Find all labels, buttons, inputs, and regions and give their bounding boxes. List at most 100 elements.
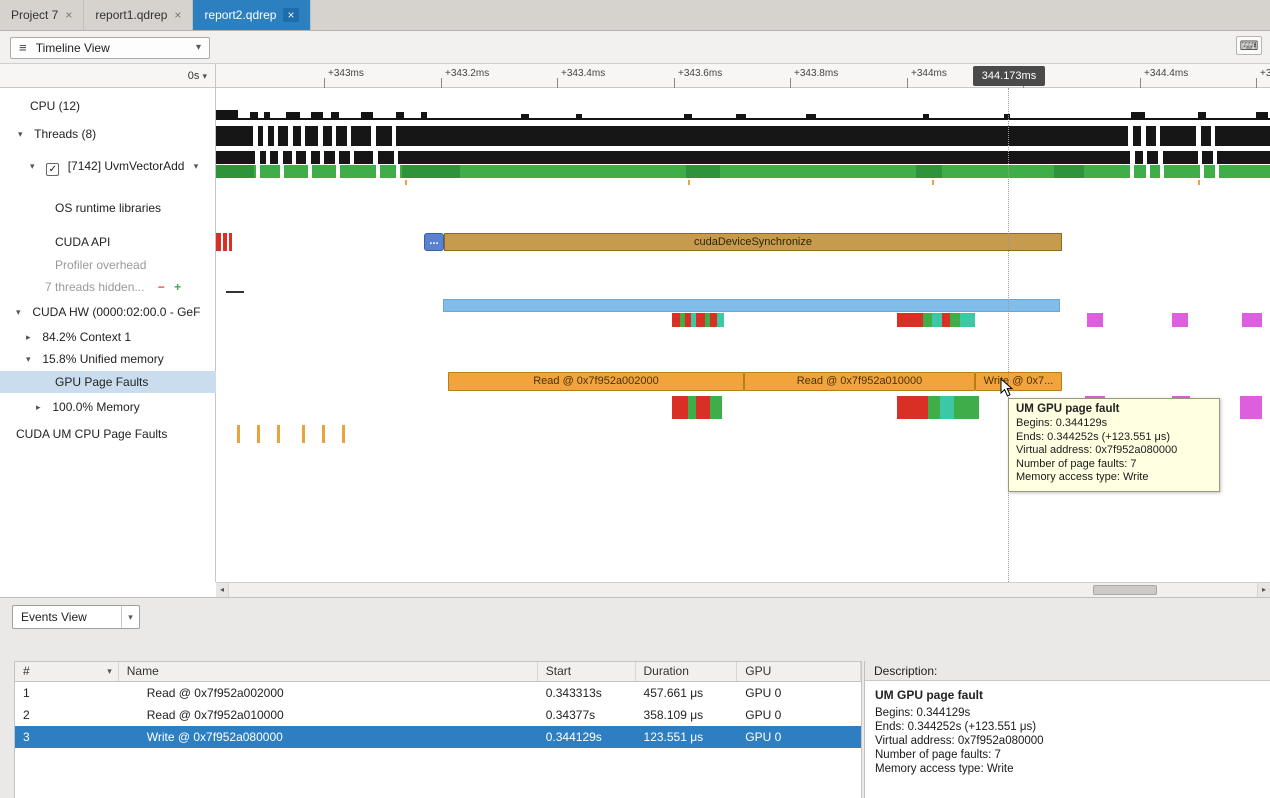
tree-row-um-cpu-page-faults[interactable]: CUDA UM CPU Page Faults xyxy=(0,424,216,444)
events-pane: Events View ▾ # ▾ Name Start Duration GP… xyxy=(0,597,1270,798)
cpu-page-fault-tick[interactable] xyxy=(302,425,305,443)
tooltip-line: Virtual address: 0x7f952a080000 xyxy=(1016,444,1212,458)
ruler-tick-label: +344.4ms xyxy=(1144,68,1188,79)
tree-row-uvm-thread[interactable]: ▾ ✓ [7142] UvmVectorAdd ▾ xyxy=(0,156,216,176)
cuda-api-collapsed-calls-chip[interactable]: ... xyxy=(424,233,444,251)
scroll-right-button[interactable]: ▸ xyxy=(1257,583,1270,598)
tab-label: Project 7 xyxy=(11,8,58,22)
tree-row-unified-memory[interactable]: ▾ 15.8% Unified memory xyxy=(0,349,216,369)
row-label: CUDA HW (0000:02:00.0 - GeF xyxy=(32,305,200,319)
cpu-usage-spike xyxy=(923,114,929,120)
memory-op-segment xyxy=(942,313,950,327)
chevron-down-icon: ▾ xyxy=(196,38,201,58)
tree-row-context1[interactable]: ▸ 84.2% Context 1 xyxy=(0,327,216,347)
timeline-main: CPU (12) ▾ Threads (8) ▾ ✓ [7142] UvmVec… xyxy=(0,88,1270,582)
keyboard-shortcuts-icon[interactable]: ⌨ xyxy=(1236,36,1262,55)
cuda-api-call-bar[interactable] xyxy=(216,233,221,251)
page-fault-tooltip: UM GPU page fault Begins: 0.344129s Ends… xyxy=(1008,398,1220,492)
tree-row-gpu-page-faults-selected[interactable]: GPU Page Faults xyxy=(0,371,216,393)
row-label: 7 threads hidden... xyxy=(45,280,144,294)
tree-row-threads-hidden[interactable]: 7 threads hidden... − + xyxy=(0,277,216,297)
cell-gpu: GPU 0 xyxy=(737,704,861,726)
table-row-selected[interactable]: 3 Write @ 0x7f952a080000 0.344129s 123.5… xyxy=(15,726,861,748)
memory-transfer-segment xyxy=(672,396,688,419)
cpu-page-fault-tick[interactable] xyxy=(342,425,345,443)
table-row[interactable]: 1 Read @ 0x7f952a002000 0.343313s 457.66… xyxy=(15,682,861,704)
view-selector-dropdown[interactable]: ≡ Timeline View ▾ xyxy=(10,37,210,59)
timescale-origin-dropdown[interactable]: 0s ▾ xyxy=(0,64,216,88)
gpu-page-fault-bar-read2[interactable]: Read @ 0x7f952a010000 xyxy=(744,372,975,391)
tab-label: report2.qdrep xyxy=(204,8,276,22)
events-view-dropdown[interactable]: Events View ▾ xyxy=(12,605,140,629)
tree-row-cpu[interactable]: CPU (12) xyxy=(0,96,216,116)
header-gpu[interactable]: GPU xyxy=(737,662,861,681)
header-start[interactable]: Start xyxy=(538,662,636,681)
tab-project7[interactable]: Project 7 × xyxy=(0,0,84,30)
cpu-usage-spike xyxy=(1198,112,1206,120)
cpu-page-fault-tick[interactable] xyxy=(257,425,260,443)
expander-icon[interactable]: ▾ xyxy=(30,156,43,176)
cpu-usage-spike xyxy=(736,114,746,120)
timeline-horizontal-scrollbar[interactable]: ◂ ▸ xyxy=(216,582,1270,597)
cpu-usage-spike xyxy=(806,114,816,120)
cpu-page-fault-tick[interactable] xyxy=(277,425,280,443)
view-selector-label: Timeline View xyxy=(36,41,110,55)
row-label: [7142] UvmVectorAdd xyxy=(68,159,185,173)
expander-icon[interactable]: ▾ xyxy=(16,302,29,322)
memory-op-segment xyxy=(672,313,680,327)
expander-icon[interactable]: ▾ xyxy=(26,349,39,369)
table-row[interactable]: 2 Read @ 0x7f952a010000 0.34377s 358.109… xyxy=(15,704,861,726)
tree-row-profiler-overhead[interactable]: Profiler overhead xyxy=(0,255,216,275)
scrollbar-thumb[interactable] xyxy=(1093,585,1157,595)
thread-checkbox[interactable]: ✓ xyxy=(46,163,59,176)
cuda-api-call-bar[interactable] xyxy=(223,233,227,251)
tree-row-os-runtime[interactable]: OS runtime libraries xyxy=(0,198,216,218)
row-label: 15.8% Unified memory xyxy=(42,352,163,366)
scroll-left-button[interactable]: ◂ xyxy=(216,583,229,598)
cpu-page-fault-tick[interactable] xyxy=(237,425,240,443)
tree-row-threads[interactable]: ▾ Threads (8) xyxy=(0,124,216,144)
description-line: Begins: 0.344129s xyxy=(875,706,1260,720)
sort-icon[interactable]: ▾ xyxy=(107,662,112,681)
cuda-device-synchronize-bar[interactable]: cudaDeviceSynchronize xyxy=(444,233,1062,251)
header-duration[interactable]: Duration xyxy=(636,662,738,681)
gpu-page-fault-bar-read1[interactable]: Read @ 0x7f952a002000 xyxy=(448,372,744,391)
tree-row-memory[interactable]: ▸ 100.0% Memory xyxy=(0,397,216,417)
expander-icon[interactable]: ▾ xyxy=(18,124,31,144)
show-thread-button[interactable]: + xyxy=(174,280,181,294)
tab-report1[interactable]: report1.qdrep × xyxy=(84,0,193,30)
row-label: 84.2% Context 1 xyxy=(42,330,131,344)
memory-op-segment xyxy=(1087,313,1103,327)
memory-op-segment xyxy=(932,313,942,327)
row-label: CUDA API xyxy=(55,235,110,249)
row-label: GPU Page Faults xyxy=(55,375,148,389)
cuda-hw-kernel-bar[interactable] xyxy=(443,299,1060,312)
threads-activity-bar xyxy=(216,126,1270,146)
tree-row-cuda-api[interactable]: CUDA API xyxy=(0,232,216,252)
hide-thread-button[interactable]: − xyxy=(158,280,165,294)
header-name[interactable]: Name xyxy=(119,662,538,681)
cpu-page-fault-tick[interactable] xyxy=(322,425,325,443)
expander-icon[interactable]: ▸ xyxy=(36,397,49,417)
ruler-tick xyxy=(324,78,325,88)
row-options-icon[interactable]: ▾ xyxy=(194,156,207,176)
thread-event-tick xyxy=(932,180,934,185)
memory-op-segment xyxy=(710,313,717,327)
cpu-usage-spike xyxy=(1131,112,1145,120)
tree-row-cuda-hw[interactable]: ▾ CUDA HW (0000:02:00.0 - GeF xyxy=(0,302,216,322)
expander-icon[interactable]: ▸ xyxy=(26,327,39,347)
cpu-usage-spike xyxy=(250,112,258,120)
tooltip-title: UM GPU page fault xyxy=(1016,403,1212,415)
memory-transfer-segment xyxy=(696,396,710,419)
close-icon[interactable]: × xyxy=(283,8,298,22)
close-icon[interactable]: × xyxy=(174,8,181,22)
ruler-tick-label: +343.2ms xyxy=(445,68,489,79)
close-icon[interactable]: × xyxy=(65,8,72,22)
cell-duration: 358.109 μs xyxy=(636,704,738,726)
gpu-page-fault-bar-write[interactable]: Write @ 0x7... xyxy=(975,372,1062,391)
tab-report2-active[interactable]: report2.qdrep × xyxy=(193,0,310,30)
header-num[interactable]: # ▾ xyxy=(15,662,119,681)
events-table: # ▾ Name Start Duration GPU 1 Read @ 0x7… xyxy=(14,661,862,798)
cpu-usage-spike xyxy=(1256,112,1268,120)
cuda-api-call-bar[interactable] xyxy=(229,233,232,251)
